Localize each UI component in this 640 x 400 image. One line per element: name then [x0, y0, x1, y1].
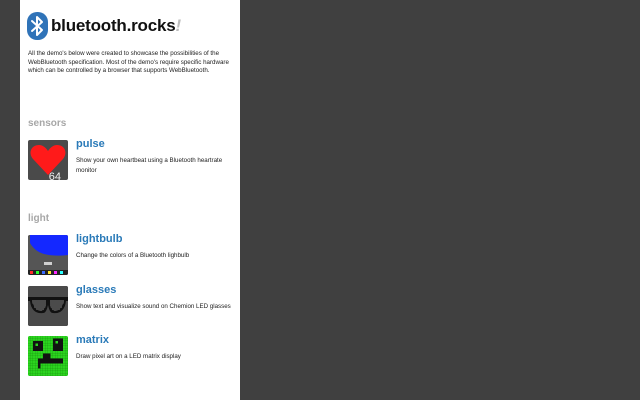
demo-description-pulse: Show your own heartbeat using a Bluetoot…: [76, 157, 223, 174]
demo-item-glasses[interactable]: glasses Show text and visualize sound on…: [28, 284, 234, 328]
intro-text: All the demo's below were created to sho…: [28, 50, 229, 75]
section-title-sensors: sensors: [28, 118, 67, 129]
demo-link-matrix[interactable]: matrix: [76, 334, 109, 346]
demo-link-glasses[interactable]: glasses: [76, 284, 116, 296]
demo-item-pulse[interactable]: 64 pulse Show your own heartbeat using a…: [28, 138, 234, 182]
section-title-light: light: [28, 213, 50, 224]
glasses-thumbnail[interactable]: [28, 286, 68, 326]
lightbulb-thumbnail[interactable]: [28, 235, 68, 275]
demo-item-matrix[interactable]: matrix Draw pixel art on a LED matrix di…: [28, 334, 234, 378]
glasses-icon: [28, 286, 68, 326]
site-header: bluetooth.rocks!: [27, 12, 181, 40]
lightbulb-icon: [28, 235, 68, 275]
demo-item-lightbulb[interactable]: lightbulb Change the colors of a Bluetoo…: [28, 233, 234, 277]
demo-description-lightbulb: Change the colors of a Bluetooth lighbul…: [76, 252, 190, 259]
site-brand[interactable]: bluetooth.rocks!: [51, 16, 181, 36]
pulse-thumbnail[interactable]: 64: [28, 140, 68, 180]
demo-description-glasses: Show text and visualize sound on Chemion…: [76, 303, 231, 310]
demo-link-pulse[interactable]: pulse: [76, 138, 105, 150]
matrix-thumbnail[interactable]: [28, 336, 68, 376]
brand-mark: !: [175, 16, 182, 35]
bluetooth-icon: [27, 12, 48, 40]
heart-rate-value: 64: [48, 171, 61, 180]
matrix-icon: [28, 336, 68, 376]
demo-link-lightbulb[interactable]: lightbulb: [76, 233, 122, 245]
content-panel: bluetooth.rocks! All the demo's below we…: [20, 0, 240, 400]
demo-description-matrix: Draw pixel art on a LED matrix display: [76, 353, 181, 360]
